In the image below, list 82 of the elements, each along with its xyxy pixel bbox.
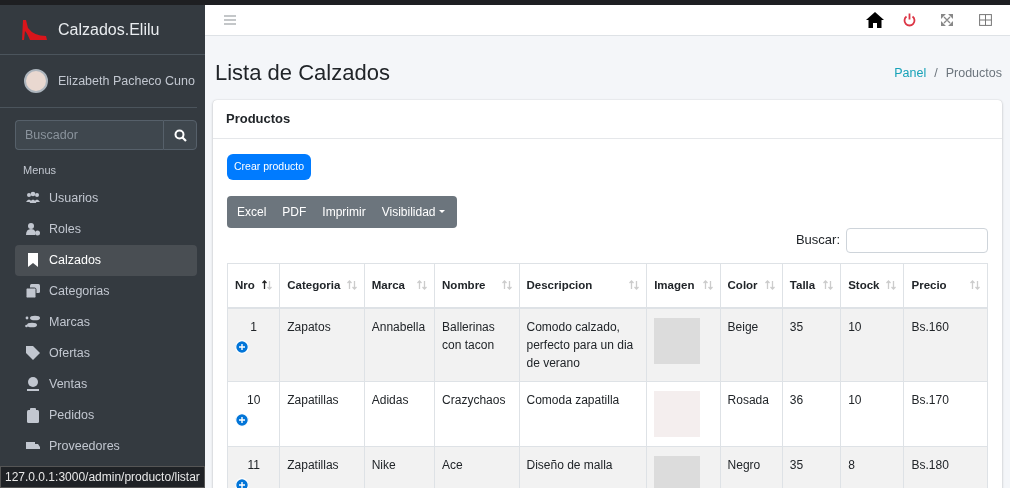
clipboard-icon	[25, 407, 41, 423]
fullscreen-icon	[941, 14, 953, 26]
create-button[interactable]: Crear producto	[227, 153, 312, 180]
brand-name[interactable]: Calzados.Elilu	[58, 17, 160, 42]
sidebar-item[interactable]: Ventas	[15, 368, 197, 400]
search-icon	[173, 128, 187, 142]
column-header[interactable]: Nombre	[434, 263, 519, 308]
breadcrumb-current: Productos	[945, 65, 1002, 80]
table-cell: Ace	[442, 457, 463, 472]
sidebar-item[interactable]: Proveedores	[15, 430, 197, 462]
table-cell: Rosada	[727, 392, 769, 407]
table-cell: 8	[848, 457, 855, 472]
copy-icon	[25, 283, 41, 299]
export-button[interactable]: PDF	[274, 195, 315, 228]
table-cell: 10	[848, 319, 862, 334]
table-cell: 10	[848, 392, 862, 407]
search-field[interactable]: Buscador	[15, 120, 163, 150]
grid-icon	[978, 14, 992, 26]
column-header[interactable]: Categoria	[279, 263, 365, 308]
table-cell: Diseño de malla	[526, 457, 613, 472]
table-cell: 35	[789, 457, 804, 472]
sidebar-item[interactable]: Marcas	[15, 306, 197, 338]
menu-header: Menus	[22, 163, 58, 178]
table-cell: Zapatillas	[287, 392, 339, 407]
breadcrumb-separator: /	[934, 65, 938, 80]
card-title: Productos	[213, 100, 1002, 139]
tag-icon	[25, 345, 41, 361]
bookmark-icon	[25, 252, 41, 268]
home-icon	[866, 12, 884, 28]
sidebar-item[interactable]: Ofertas	[15, 337, 197, 369]
sidebar-item[interactable]: Usuarios	[15, 182, 197, 214]
user-name[interactable]: Elizabeth Pacheco Cuno	[58, 71, 195, 91]
export-button[interactable]: Excel	[227, 195, 275, 228]
table-cell: 11	[247, 457, 260, 472]
export-button[interactable]: Imprimir	[314, 195, 374, 228]
sidebar-item[interactable]: Calzados	[15, 244, 197, 276]
power-icon	[902, 13, 916, 27]
table-cell: Beige	[727, 319, 759, 334]
column-header[interactable]: Descripcion	[519, 263, 647, 308]
table-cell: 35	[789, 319, 804, 334]
table-cell: Comoda zapatilla	[526, 392, 620, 407]
users-icon	[25, 190, 41, 206]
visibility-dropdown[interactable]: Visibilidad	[373, 195, 457, 228]
user-gear-icon	[25, 221, 41, 237]
expand-icon[interactable]	[235, 477, 249, 488]
column-header[interactable]: Precio	[904, 263, 988, 308]
column-header[interactable]: Talla	[782, 263, 841, 308]
column-header[interactable]: Stock	[840, 263, 904, 308]
table-cell: 1	[250, 319, 257, 334]
table-cell: Annabella	[371, 319, 426, 334]
sidebar-item[interactable]: Categorias	[15, 275, 197, 307]
page-title: Lista de Calzados	[215, 60, 390, 87]
table-cell: Nike	[371, 457, 396, 472]
table-cell: Zapatillas	[287, 457, 339, 472]
column-header[interactable]: Nro	[227, 263, 280, 308]
expand-icon[interactable]	[235, 412, 249, 427]
menu-icon	[224, 15, 236, 25]
expand-icon[interactable]	[235, 339, 249, 354]
table-cell: Crazychaos	[442, 392, 506, 407]
avatar	[24, 69, 48, 93]
table-cell: 36	[789, 392, 804, 407]
table-cell: Bs.180	[911, 457, 949, 472]
status-url: 127.0.0.1:3000/admin/producto/listar	[0, 466, 205, 488]
search-button[interactable]	[163, 120, 197, 150]
shoe-logo-icon	[20, 18, 48, 41]
column-header[interactable]: Marca	[364, 263, 435, 308]
table-cell: Zapatos	[287, 319, 331, 334]
table-cell: Ballerinas con tacon	[442, 319, 495, 352]
table-cell: Comodo calzado, perfecto para un dia de verano	[526, 319, 634, 370]
column-header[interactable]: Imagen	[646, 263, 721, 308]
table-cell: Bs.170	[911, 392, 949, 407]
column-header[interactable]: Color	[720, 263, 783, 308]
table-cell: Adidas	[371, 392, 409, 407]
search-input[interactable]	[846, 227, 988, 253]
table-cell: 10	[246, 392, 261, 407]
table-cell: Negro	[727, 457, 761, 472]
sidebar-item[interactable]: Roles	[15, 213, 197, 245]
sidebar-item[interactable]: Pedidos	[15, 399, 197, 431]
search-label: Buscar:	[795, 231, 840, 250]
money-user-icon	[25, 376, 41, 392]
footprints-icon	[25, 314, 41, 330]
table-cell: Bs.160	[911, 319, 949, 334]
